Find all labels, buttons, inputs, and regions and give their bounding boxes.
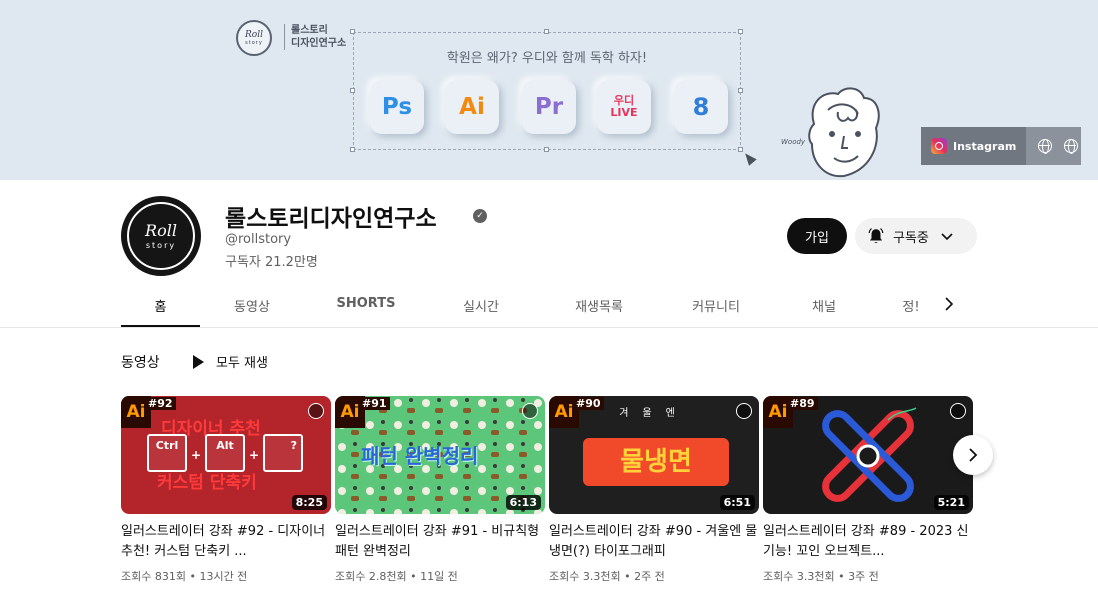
- selection-handle: [738, 29, 743, 34]
- globe-link-icon[interactable]: [1038, 139, 1053, 154]
- chevron-down-icon: [941, 233, 953, 241]
- play-all-button[interactable]: 모두 재생: [193, 352, 268, 371]
- video-meta: 조회수 831회 • 13시간 전: [121, 570, 248, 583]
- keyboard-key: ?: [263, 434, 303, 472]
- tab-playlists[interactable]: 재생목록: [553, 287, 645, 328]
- cursor-icon: [741, 150, 757, 166]
- banner-logo-bottom: story: [245, 39, 263, 46]
- tabs-divider: [0, 327, 1098, 328]
- channel-watermark-icon: [308, 403, 324, 419]
- selection-handle: [350, 29, 355, 34]
- channel-watermark-icon: [950, 403, 966, 419]
- banner-links: Instagram: [921, 127, 1081, 165]
- illustrator-icon: Ai: [445, 80, 499, 134]
- tab-videos[interactable]: 동영상: [214, 287, 290, 328]
- tab-about[interactable]: 정!: [891, 287, 931, 328]
- video-title[interactable]: 일러스트레이터 강좌 #91 - 비규칙형 패턴 완벽정리: [335, 522, 545, 562]
- episode-number: #90: [573, 397, 604, 410]
- photoshop-icon: Ps: [370, 80, 424, 134]
- channel-banner: Roll story 롤스토리 디자인연구소 학원은 왜가? 우디와 함께 독학…: [0, 0, 1098, 180]
- video-meta: 조회수 3.3천회 • 2주 전: [549, 570, 665, 583]
- thumbnail-text: 커스텀 단축키: [157, 473, 257, 493]
- subscribed-button[interactable]: 구독중: [855, 218, 977, 254]
- thumbnail-text: 물냉면: [583, 438, 729, 486]
- selection-handle: [350, 147, 355, 152]
- globe-link-icon[interactable]: [1064, 139, 1079, 154]
- video-thumbnail[interactable]: Ai #89 5:21: [763, 396, 973, 514]
- instagram-icon: [931, 138, 947, 154]
- channel-name: 롤스토리디자인연구소: [225, 206, 437, 232]
- person-icon: 8: [674, 80, 728, 134]
- tab-channels[interactable]: 채널: [793, 287, 855, 328]
- banner-logo-top: Roll: [245, 29, 263, 40]
- bell-icon: [868, 228, 884, 243]
- video-meta: 조회수 2.8천회 • 11일 전: [335, 570, 458, 583]
- chevron-right-icon[interactable]: [942, 296, 956, 312]
- banner-brand-line2: 디자인연구소: [291, 38, 347, 49]
- verified-check-icon: ✓: [473, 209, 487, 223]
- carousel-next-button[interactable]: [953, 435, 993, 475]
- woody-live-icon: 우디 LIVE: [597, 80, 651, 134]
- channel-avatar[interactable]: Roll story: [121, 196, 201, 276]
- video-duration: 6:13: [505, 495, 541, 510]
- selection-handle: [738, 88, 743, 93]
- video-card[interactable]: Ai #89 5:21 일러스트레이터 강좌 #89 - 2023 신기능! 꼬…: [763, 396, 973, 584]
- thumbnail-text: 패턴 완벽정리: [361, 444, 479, 468]
- play-icon: [193, 354, 204, 369]
- channel-watermark-icon: [522, 403, 538, 419]
- plus-icon: +: [191, 448, 202, 462]
- subscribed-label: 구독중: [893, 230, 929, 246]
- tab-community[interactable]: 커뮤니티: [675, 287, 757, 328]
- woody-signature: Woody: [781, 138, 806, 146]
- woody-character-icon: [808, 87, 880, 178]
- video-thumbnail[interactable]: 겨울엔 물냉면 Ai #90 6:51: [549, 396, 759, 514]
- video-duration: 6:51: [719, 495, 755, 510]
- episode-number: #91: [359, 397, 390, 410]
- tab-shorts[interactable]: SHORTS: [326, 287, 406, 328]
- selection-handle: [738, 147, 743, 152]
- video-thumbnail[interactable]: 디자이너 추천 Ctrl + Alt + ? 커스텀 단축키 Ai #92 8:…: [121, 396, 331, 514]
- join-button[interactable]: 가입: [787, 218, 847, 254]
- video-card[interactable]: 겨울엔 물냉면 Ai #90 6:51 일러스트레이터 강좌 #90 - 겨울엔…: [549, 396, 759, 584]
- tab-live[interactable]: 실시간: [443, 287, 519, 328]
- channel-handle: @rollstory: [225, 232, 292, 247]
- banner-logo: Roll story: [236, 20, 272, 56]
- tab-home[interactable]: 홈: [121, 287, 200, 328]
- video-thumbnail[interactable]: 패턴 완벽정리 Ai #91 6:13: [335, 396, 545, 514]
- banner-brand-line1: 롤스토리: [291, 25, 328, 36]
- instagram-link-label: Instagram: [953, 139, 1017, 153]
- keyboard-key: Ctrl: [147, 434, 187, 472]
- avatar-logo-top: Roll: [145, 220, 177, 240]
- video-duration: 5:21: [933, 495, 969, 510]
- play-all-label: 모두 재생: [216, 356, 268, 371]
- channel-tabs: 홈 동영상 SHORTS 실시간 재생목록 커뮤니티 채널 정!: [121, 287, 967, 328]
- subscriber-count: 구독자 21.2만명: [225, 255, 318, 270]
- video-title[interactable]: 일러스트레이터 강좌 #89 - 2023 신기능! 꼬인 오브젝트...: [763, 522, 973, 562]
- selection-handle: [544, 147, 549, 152]
- keyboard-key: Alt: [205, 434, 245, 472]
- twisted-object-art: [822, 407, 917, 502]
- video-title[interactable]: 일러스트레이터 강좌 #92 - 디자이너 추천! 커스텀 단축키 ...: [121, 522, 331, 562]
- chevron-right-icon: [969, 448, 978, 462]
- instagram-link[interactable]: Instagram: [921, 127, 1027, 165]
- live-tile-bottom: LIVE: [610, 106, 638, 119]
- channel-watermark-icon: [736, 403, 752, 419]
- video-card[interactable]: 패턴 완벽정리 Ai #91 6:13 일러스트레이터 강좌 #91 - 비규칙…: [335, 396, 545, 584]
- banner-brand: 롤스토리 디자인연구소: [284, 24, 346, 50]
- selection-handle: [544, 29, 549, 34]
- episode-number: #92: [145, 397, 176, 410]
- selection-handle: [350, 88, 355, 93]
- video-title[interactable]: 일러스트레이터 강좌 #90 - 겨울엔 물냉면(?) 타이포그래피: [549, 522, 759, 562]
- plus-icon: +: [249, 448, 260, 462]
- video-card[interactable]: 디자이너 추천 Ctrl + Alt + ? 커스텀 단축키 Ai #92 8:…: [121, 396, 331, 584]
- episode-number: #89: [787, 397, 818, 410]
- section-title[interactable]: 동영상: [121, 352, 160, 372]
- banner-slogan: 학원은 왜가? 우디와 함께 독학 하자!: [446, 51, 648, 66]
- video-meta: 조회수 3.3천회 • 3주 전: [763, 570, 879, 583]
- avatar-logo-bottom: story: [145, 240, 177, 250]
- video-duration: 8:25: [291, 495, 327, 510]
- premiere-icon: Pr: [522, 80, 576, 134]
- avatar-logo: Roll story: [127, 202, 195, 270]
